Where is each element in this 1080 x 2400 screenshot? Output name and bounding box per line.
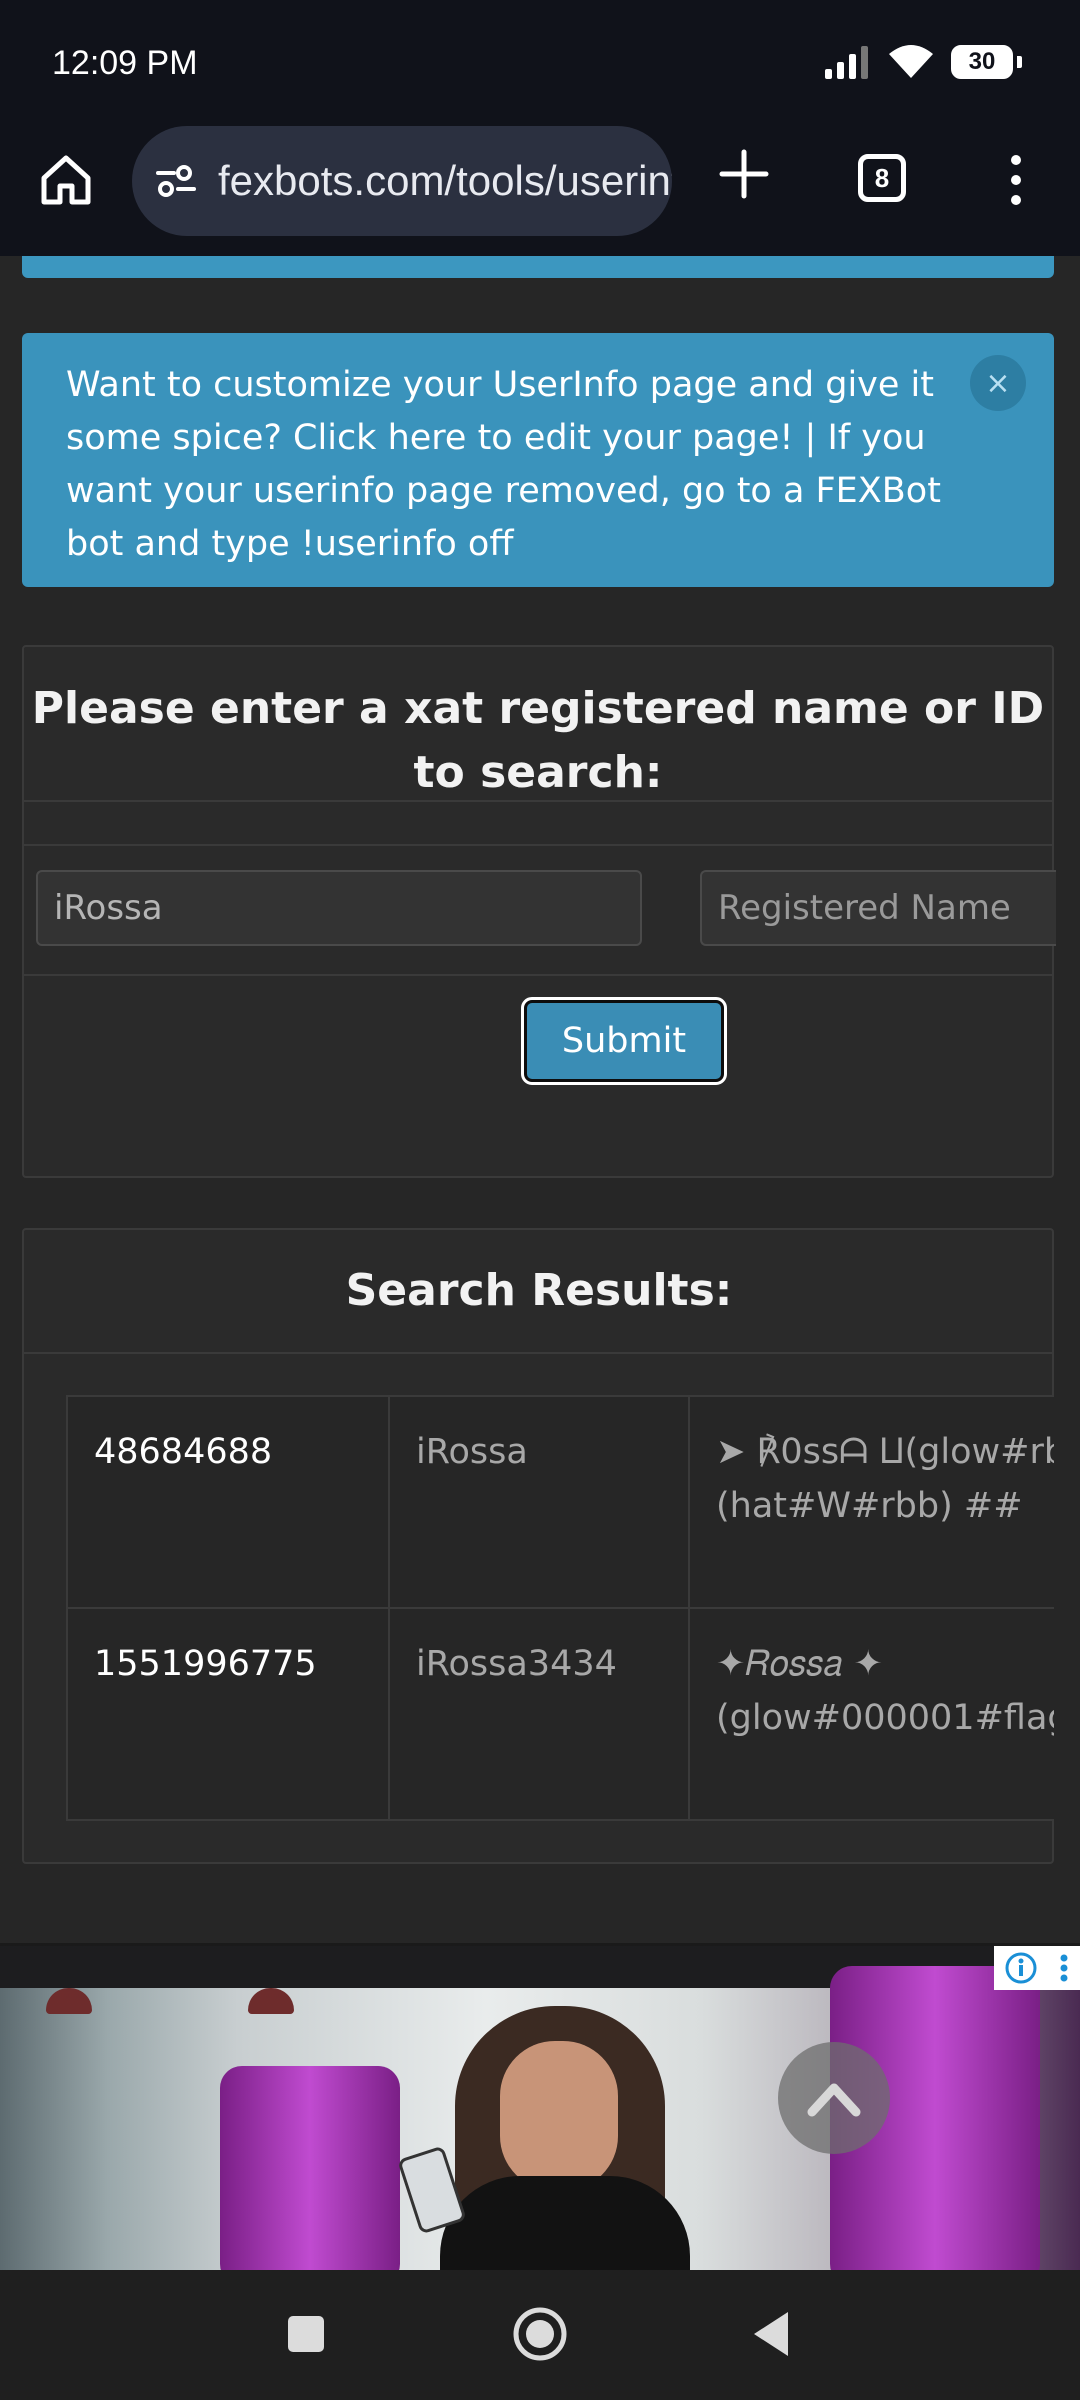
submit-row: Submit xyxy=(24,976,1052,1136)
status-time: 12:09 PM xyxy=(52,44,198,82)
back-icon[interactable] xyxy=(742,2302,806,2366)
status-icons: 30 xyxy=(823,44,1022,80)
display-name-cell: ➤ ℟0ssᗩ ⨿(glow#rbb#flag# (hat#W#rbb) ## xyxy=(688,1395,1054,1609)
top-banner-edge xyxy=(22,256,1054,278)
signal-icon xyxy=(825,46,868,79)
results-panel: Search Results: 48684688 iRossa ➤ ℟0ssᗩ … xyxy=(22,1228,1054,1864)
address-bar[interactable]: fexbots.com/tools/userinfo xyxy=(132,126,672,236)
battery-tip xyxy=(1017,56,1022,68)
add-tab-icon[interactable] xyxy=(712,142,776,206)
submit-button[interactable]: Submit xyxy=(521,997,727,1085)
battery-icon: 30 xyxy=(951,45,1013,79)
alert-text[interactable]: Want to customize your UserInfo page and… xyxy=(66,359,964,571)
ad-menu-icon[interactable] xyxy=(1058,1951,1070,1985)
display-name-line: (hat#W#rbb) ## xyxy=(716,1486,1023,1526)
home-icon[interactable] xyxy=(36,150,96,210)
recents-icon[interactable] xyxy=(274,2302,338,2366)
username-cell[interactable]: iRossa3434 xyxy=(388,1607,690,1821)
chevron-up-icon xyxy=(807,2083,861,2117)
url-text[interactable]: fexbots.com/tools/userinfo xyxy=(218,157,672,205)
customize-alert[interactable]: Want to customize your UserInfo page and… xyxy=(22,333,1054,587)
username-cell[interactable]: iRossa xyxy=(388,1395,690,1609)
system-nav-bar xyxy=(0,2270,1080,2400)
status-bar: 12:09 PM 30 xyxy=(0,0,1080,120)
search-title: Please enter a xat registered name or ID… xyxy=(24,647,1052,802)
ad-choices-badge[interactable] xyxy=(994,1946,1080,1990)
browser-toolbar: fexbots.com/tools/userinfo 8 xyxy=(0,120,1080,256)
table-row[interactable]: 1551996775 iRossa3434 ✦𝑅𝑜𝑠𝑠𝑎 ✦ (glow#000… xyxy=(66,1607,1054,1821)
advertisement[interactable] xyxy=(0,1943,1080,2273)
more-menu-icon[interactable] xyxy=(996,150,1036,210)
wifi-icon xyxy=(889,45,933,78)
display-name-line: ✦𝑅𝑜𝑠𝑠𝑎 ✦ xyxy=(716,1644,883,1684)
user-id-cell: 48684688 xyxy=(66,1395,390,1609)
purple-divider-shape xyxy=(220,2066,400,2273)
display-name-line: (glow#000001#flag#jewel# xyxy=(716,1698,1054,1738)
registered-name-input[interactable] xyxy=(700,870,1056,946)
home-nav-icon[interactable] xyxy=(508,2302,572,2366)
site-settings-icon[interactable] xyxy=(152,157,200,205)
table-row[interactable]: 48684688 iRossa ➤ ℟0ssᗩ ⨿(glow#rbb#flag#… xyxy=(66,1395,1054,1609)
results-table: 48684688 iRossa ➤ ℟0ssᗩ ⨿(glow#rbb#flag#… xyxy=(66,1395,1054,1821)
search-panel: Please enter a xat registered name or ID… xyxy=(22,645,1056,1178)
search-id-input[interactable] xyxy=(36,870,642,946)
tab-switcher-icon[interactable]: 8 xyxy=(858,154,906,202)
person-body-shape xyxy=(440,2176,690,2273)
results-title: Search Results: xyxy=(24,1230,1054,1354)
person-face-shape xyxy=(500,2041,618,2191)
divider xyxy=(24,802,1052,846)
lamp-shape xyxy=(248,1988,294,2014)
display-name-cell: ✦𝑅𝑜𝑠𝑠𝑎 ✦ (glow#000001#flag#jewel# xyxy=(688,1607,1054,1821)
scroll-to-top-button[interactable] xyxy=(778,2042,890,2154)
user-id-cell: 1551996775 xyxy=(66,1607,390,1821)
lamp-shape xyxy=(46,1988,92,2014)
results-clip: Search Results: 48684688 iRossa ➤ ℟0ssᗩ … xyxy=(24,1230,1054,1862)
display-name-line: ➤ ℟0ssᗩ ⨿(glow#rbb#flag# xyxy=(716,1432,1054,1472)
info-icon[interactable] xyxy=(1004,1951,1038,1985)
close-icon[interactable]: × xyxy=(970,355,1026,411)
search-inputs-row xyxy=(24,846,1056,976)
